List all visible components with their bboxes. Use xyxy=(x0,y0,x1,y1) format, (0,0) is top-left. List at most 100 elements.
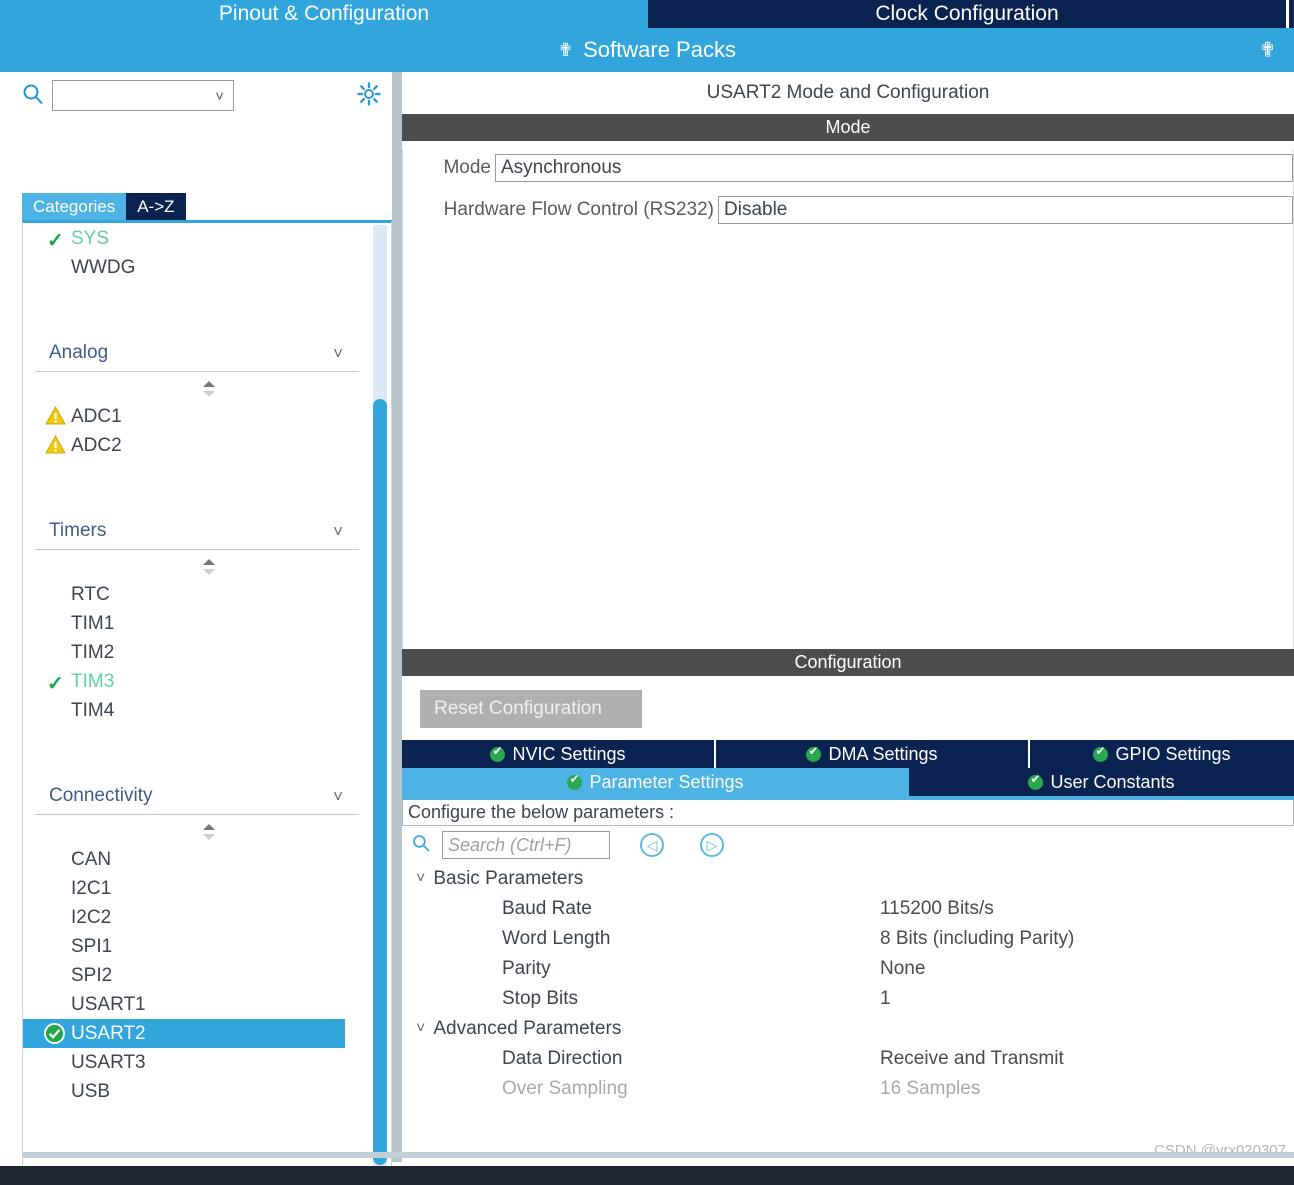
sidebar-item-usb[interactable]: USB xyxy=(23,1077,371,1106)
parameter-baud-rate-label: Baud Rate xyxy=(502,898,592,919)
mode-select[interactable]: Asynchronous xyxy=(495,154,1293,182)
divider xyxy=(35,814,359,815)
chevron-down-icon[interactable]: ˅ xyxy=(416,1020,425,1038)
sidebar-item-spi2[interactable]: SPI2 xyxy=(23,961,371,990)
search-icon xyxy=(412,834,430,857)
chevron-down-icon[interactable]: ˅ xyxy=(333,787,343,807)
parameter-search-input[interactable]: Search (Ctrl+F) xyxy=(442,831,610,859)
parameter-row-data-direction[interactable]: Data Direction Receive and Transmit xyxy=(402,1044,1294,1074)
sidebar-item-tim1[interactable]: TIM1 xyxy=(23,609,371,638)
scroll-spinner-analog[interactable] xyxy=(23,376,371,402)
tab-a-to-z[interactable]: A->Z xyxy=(126,193,186,220)
scroll-spinner-connectivity[interactable] xyxy=(23,819,371,845)
parameters-hint: Configure the below parameters : xyxy=(402,800,1294,826)
spinner-arrows-icon xyxy=(201,558,217,581)
tab-a-to-z-label: A->Z xyxy=(137,196,175,216)
chevron-down-icon[interactable]: ˅ xyxy=(333,344,343,364)
chevron-down-icon[interactable]: ˅ xyxy=(333,522,343,542)
software-packs-label: Software Packs xyxy=(583,37,736,62)
sidebar-item-spi2-label: SPI2 xyxy=(71,964,113,986)
chevron-left-circle-icon[interactable]: ◁ xyxy=(640,833,664,857)
sidebar-item-rtc[interactable]: RTC xyxy=(23,580,371,609)
tab-categories[interactable]: Categories xyxy=(22,193,127,220)
sidebar-item-tim3[interactable]: ✓ TIM3 xyxy=(23,667,371,696)
sidebar-item-adc2[interactable]: ADC2 xyxy=(23,431,371,460)
parameter-data-direction-label: Data Direction xyxy=(502,1048,623,1069)
sidebar-item-adc1-label: ADC1 xyxy=(71,405,122,427)
hardware-flow-control-row: Hardware Flow Control (RS232) Disable xyxy=(403,191,1293,229)
parameter-row-over-sampling: Over Sampling 16 Samples xyxy=(402,1074,1294,1104)
component-tree-content: ✓ RCC ✓ SYS WWDG Analog ˅ xyxy=(23,223,371,1106)
scroll-spinner-timers[interactable] xyxy=(23,554,371,580)
tab-dma-settings[interactable]: DMA Settings xyxy=(716,740,1030,768)
sidebar-item-i2c1-label: I2C1 xyxy=(71,877,112,899)
component-tree[interactable]: ✓ RCC ✓ SYS WWDG Analog ˅ xyxy=(22,220,392,1185)
sidebar-item-usart1[interactable]: USART1 xyxy=(23,990,371,1019)
mode-select-value: Asynchronous xyxy=(501,157,622,178)
chevron-down-icon-right[interactable]: ✟ xyxy=(1259,38,1276,63)
parameter-search-bar: Search (Ctrl+F) ◁ ▷ xyxy=(402,826,1294,864)
hardware-flow-control-select[interactable]: Disable xyxy=(718,196,1293,224)
tab-overflow[interactable] xyxy=(1289,0,1294,28)
reset-configuration-button[interactable]: Reset Configuration xyxy=(420,690,642,728)
tab-categories-label: Categories xyxy=(33,196,116,216)
sidebar-item-tim4[interactable]: TIM4 xyxy=(23,696,371,725)
parameter-row-stop-bits[interactable]: Stop Bits 1 xyxy=(402,984,1294,1014)
chevron-down-icon[interactable]: ˅ xyxy=(215,88,224,105)
spinner-arrows-icon xyxy=(201,380,217,403)
sidebar-item-usart3-label: USART3 xyxy=(71,1051,146,1073)
group-header-connectivity[interactable]: Connectivity ˅ xyxy=(23,781,371,819)
sidebar-item-i2c1[interactable]: I2C1 xyxy=(23,874,371,903)
page-title: USART2 Mode and Configuration xyxy=(402,72,1294,114)
check-icon: ✓ xyxy=(47,230,64,252)
parameter-group-basic[interactable]: ˅ Basic Parameters xyxy=(402,864,1294,894)
hardware-flow-control-label: Hardware Flow Control (RS232) xyxy=(443,199,714,220)
spinner-arrows-icon xyxy=(201,823,217,846)
parameter-over-sampling-value: 16 Samples xyxy=(880,1078,981,1099)
sidebar-item-usart3[interactable]: USART3 xyxy=(23,1048,371,1077)
sidebar-item-i2c2[interactable]: I2C2 xyxy=(23,903,371,932)
component-tree-panel: ˅ Categories A->Z ✓ SYS WWDG Analog ˅ AD… xyxy=(0,72,392,1185)
tab-user-constants[interactable]: User Constants xyxy=(909,768,1294,796)
check-circle-icon xyxy=(806,744,822,762)
panel-divider[interactable] xyxy=(392,72,402,1162)
parameter-row-word-length[interactable]: Word Length 8 Bits (including Parity) xyxy=(402,924,1294,954)
search-icon xyxy=(22,83,44,105)
sidebar-item-usart2[interactable]: USART2 xyxy=(23,1019,345,1048)
software-packs-bar[interactable]: ✟ Software Packs ✟ xyxy=(0,28,1294,72)
parameter-row-parity[interactable]: Parity None xyxy=(402,954,1294,984)
component-search-input[interactable]: ˅ xyxy=(52,80,234,111)
group-header-timers[interactable]: Timers ˅ xyxy=(23,516,371,554)
sidebar-item-tim4-label: TIM4 xyxy=(71,699,115,721)
tab-parameter-settings[interactable]: Parameter Settings xyxy=(402,768,909,796)
group-header-analog[interactable]: Analog ˅ xyxy=(23,338,371,376)
tab-pinout-configuration[interactable]: Pinout & Configuration xyxy=(0,0,648,28)
tab-clock-configuration[interactable]: Clock Configuration xyxy=(648,0,1286,28)
warning-icon xyxy=(45,434,66,460)
parameter-group-advanced[interactable]: ˅ Advanced Parameters xyxy=(402,1014,1294,1044)
sidebar-item-usart1-label: USART1 xyxy=(71,993,146,1015)
tab-gpio-settings[interactable]: GPIO Settings xyxy=(1030,740,1294,768)
parameter-row-baud-rate[interactable]: Baud Rate 115200 Bits/s xyxy=(402,894,1294,924)
parameter-group-advanced-label: Advanced Parameters xyxy=(433,1018,622,1039)
check-circle-icon xyxy=(567,772,583,790)
sidebar-item-wwdg[interactable]: WWDG xyxy=(23,253,371,282)
sidebar-item-sys[interactable]: ✓ SYS xyxy=(23,224,371,253)
group-header-timers-label: Timers xyxy=(49,520,107,541)
chevron-down-icon[interactable]: ˅ xyxy=(416,870,425,888)
sidebar-item-tim2[interactable]: TIM2 xyxy=(23,638,371,667)
check-circle-icon xyxy=(1028,772,1044,790)
horizontal-scrollbar[interactable] xyxy=(22,1152,1294,1158)
gear-icon[interactable] xyxy=(357,82,381,106)
tab-nvic-settings[interactable]: NVIC Settings xyxy=(402,740,716,768)
sidebar-item-spi1[interactable]: SPI1 xyxy=(23,932,371,961)
page-title-label: USART2 Mode and Configuration xyxy=(706,82,990,103)
chevron-right-circle-icon[interactable]: ▷ xyxy=(700,833,724,857)
sidebar-item-adc1[interactable]: ADC1 xyxy=(23,402,371,431)
parameter-parity-label: Parity xyxy=(502,958,551,979)
parameter-group-basic-label: Basic Parameters xyxy=(433,868,584,889)
tab-clock-configuration-label: Clock Configuration xyxy=(875,2,1059,25)
parameter-baud-rate-value: 115200 Bits/s xyxy=(880,898,994,919)
tree-scrollbar-thumb[interactable] xyxy=(373,399,387,1165)
sidebar-item-can[interactable]: CAN xyxy=(23,845,371,874)
